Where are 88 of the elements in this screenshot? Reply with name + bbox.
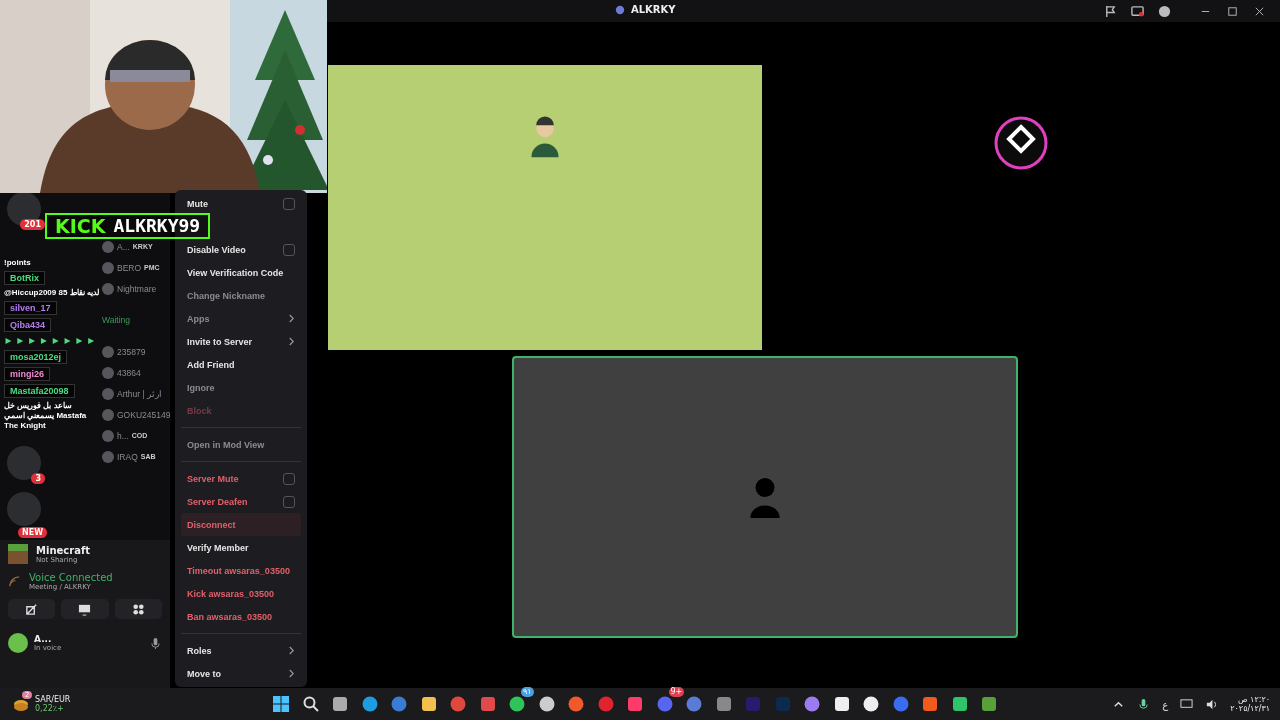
user-avatar-icon xyxy=(993,114,1049,171)
member-name[interactable]: BERO xyxy=(117,262,142,273)
game-name: Minecraft xyxy=(36,544,91,556)
menu-item[interactable]: Verify Member xyxy=(181,536,301,559)
member-name[interactable]: GOKU245149 xyxy=(117,409,171,420)
chat-message: @Hiccup2009 85 لديه نقاط xyxy=(4,288,99,298)
chat-username: mosa2012ej xyxy=(4,350,68,364)
voice-status: Voice Connected xyxy=(29,572,113,583)
clock-time[interactable]: ١٢:٢٠ ص xyxy=(1237,695,1270,704)
screen-share-icon xyxy=(78,602,92,616)
maximize-icon[interactable] xyxy=(1226,4,1239,18)
clock-date[interactable]: ٢٠٢٥/١٢/٣١ xyxy=(1230,704,1270,713)
flag-icon[interactable] xyxy=(1104,4,1117,18)
avatar-icon xyxy=(102,261,114,274)
server-icon xyxy=(615,4,625,15)
user-name: A... xyxy=(34,634,53,644)
chat-username: Qiba434 xyxy=(4,318,52,332)
menu-item[interactable]: Add Friend xyxy=(181,353,301,376)
chevron-right-icon xyxy=(288,337,295,346)
member-name[interactable]: 43864 xyxy=(117,367,141,378)
avatar-icon xyxy=(102,366,114,379)
activities-icon xyxy=(131,602,145,616)
channel-name[interactable]: Waiting xyxy=(102,315,131,325)
menu-item[interactable]: Timeout awsaras_03500 xyxy=(181,559,301,582)
badge: NEW xyxy=(18,527,47,538)
currency-pair[interactable]: SAR/EUR xyxy=(35,695,71,704)
person-icon xyxy=(748,476,782,518)
grass-block-icon xyxy=(8,544,28,564)
menu-item[interactable]: Move to xyxy=(181,662,301,685)
chat-message: ساعد بل فوريس خل يسمعني اسمي Mastafa The Knight xyxy=(4,401,88,431)
badge: 201 xyxy=(20,219,45,230)
currency-change: 0,22٪+ xyxy=(35,704,65,713)
badge: 3 xyxy=(31,473,45,484)
camera-off-icon xyxy=(25,602,39,616)
kick-logo: KICK xyxy=(55,215,106,237)
chat-username: BotRix xyxy=(4,271,45,285)
chevron-right-icon xyxy=(288,646,295,655)
chat-username: mingi26 xyxy=(4,367,50,381)
video-tile[interactable] xyxy=(512,356,1018,638)
menu-item[interactable]: Server Mute xyxy=(181,467,301,490)
chevron-right-icon xyxy=(288,669,295,678)
avatar-icon xyxy=(102,282,114,295)
chevron-right-icon xyxy=(288,314,295,323)
member-name[interactable]: A... xyxy=(117,241,130,252)
activities-button[interactable] xyxy=(114,599,162,619)
chat-username: silven_17 xyxy=(4,301,57,315)
menu-item[interactable]: Mute xyxy=(181,192,301,215)
screen-icon[interactable] xyxy=(1131,4,1144,18)
avatar-icon xyxy=(102,345,114,358)
avatar-icon xyxy=(8,633,28,653)
avatar-icon xyxy=(102,450,114,463)
microphone-icon[interactable] xyxy=(1137,697,1151,711)
start-icon[interactable] xyxy=(272,695,290,713)
network-icon[interactable] xyxy=(1180,697,1194,711)
notification-badge: 9+ xyxy=(668,687,685,697)
avatar-icon xyxy=(102,429,114,442)
menu-item[interactable]: Roles xyxy=(181,639,301,662)
member-name[interactable]: Nightmare xyxy=(117,283,157,294)
avatar-icon xyxy=(102,408,114,421)
checkbox[interactable] xyxy=(283,197,295,210)
member-name[interactable]: IRAQ xyxy=(117,451,138,462)
channel-name: ALKRKY99 xyxy=(113,215,201,237)
menu-item[interactable]: Disable Video xyxy=(181,238,301,261)
menu-item[interactable]: Invite to Server xyxy=(181,330,301,353)
member-name[interactable]: 235879 xyxy=(117,346,146,357)
menu-item[interactable]: Server Deafen xyxy=(181,490,301,513)
checkbox[interactable] xyxy=(283,243,295,256)
camera-off-button[interactable] xyxy=(8,599,56,619)
avatar-icon xyxy=(102,387,114,400)
checkbox[interactable] xyxy=(283,495,295,508)
notification-badge: ٩١ xyxy=(521,687,534,697)
language-indicator[interactable]: ع xyxy=(1162,698,1169,710)
menu-item[interactable]: Disconnect xyxy=(181,513,301,536)
menu-item[interactable]: Kick awsaras_03500 xyxy=(181,582,301,605)
search-icon[interactable] xyxy=(301,695,320,713)
member-name[interactable]: Arthur | ارثر xyxy=(117,388,163,399)
window-title: ALKRKY xyxy=(631,4,676,15)
chat-message: !points xyxy=(4,258,31,268)
member-name[interactable]: h... xyxy=(117,430,129,441)
video-tile[interactable] xyxy=(328,65,762,350)
chat-username: Mastafa20098 xyxy=(4,384,75,398)
avatar-icon xyxy=(102,240,114,253)
server-icon[interactable] xyxy=(7,192,41,226)
menu-item[interactable]: Ban awsaras_03500 xyxy=(181,605,301,628)
checkbox[interactable] xyxy=(283,472,295,485)
screen-share-button[interactable] xyxy=(61,599,109,619)
menu-item[interactable]: View Verification Code xyxy=(181,261,301,284)
microphone-icon[interactable] xyxy=(149,636,162,650)
